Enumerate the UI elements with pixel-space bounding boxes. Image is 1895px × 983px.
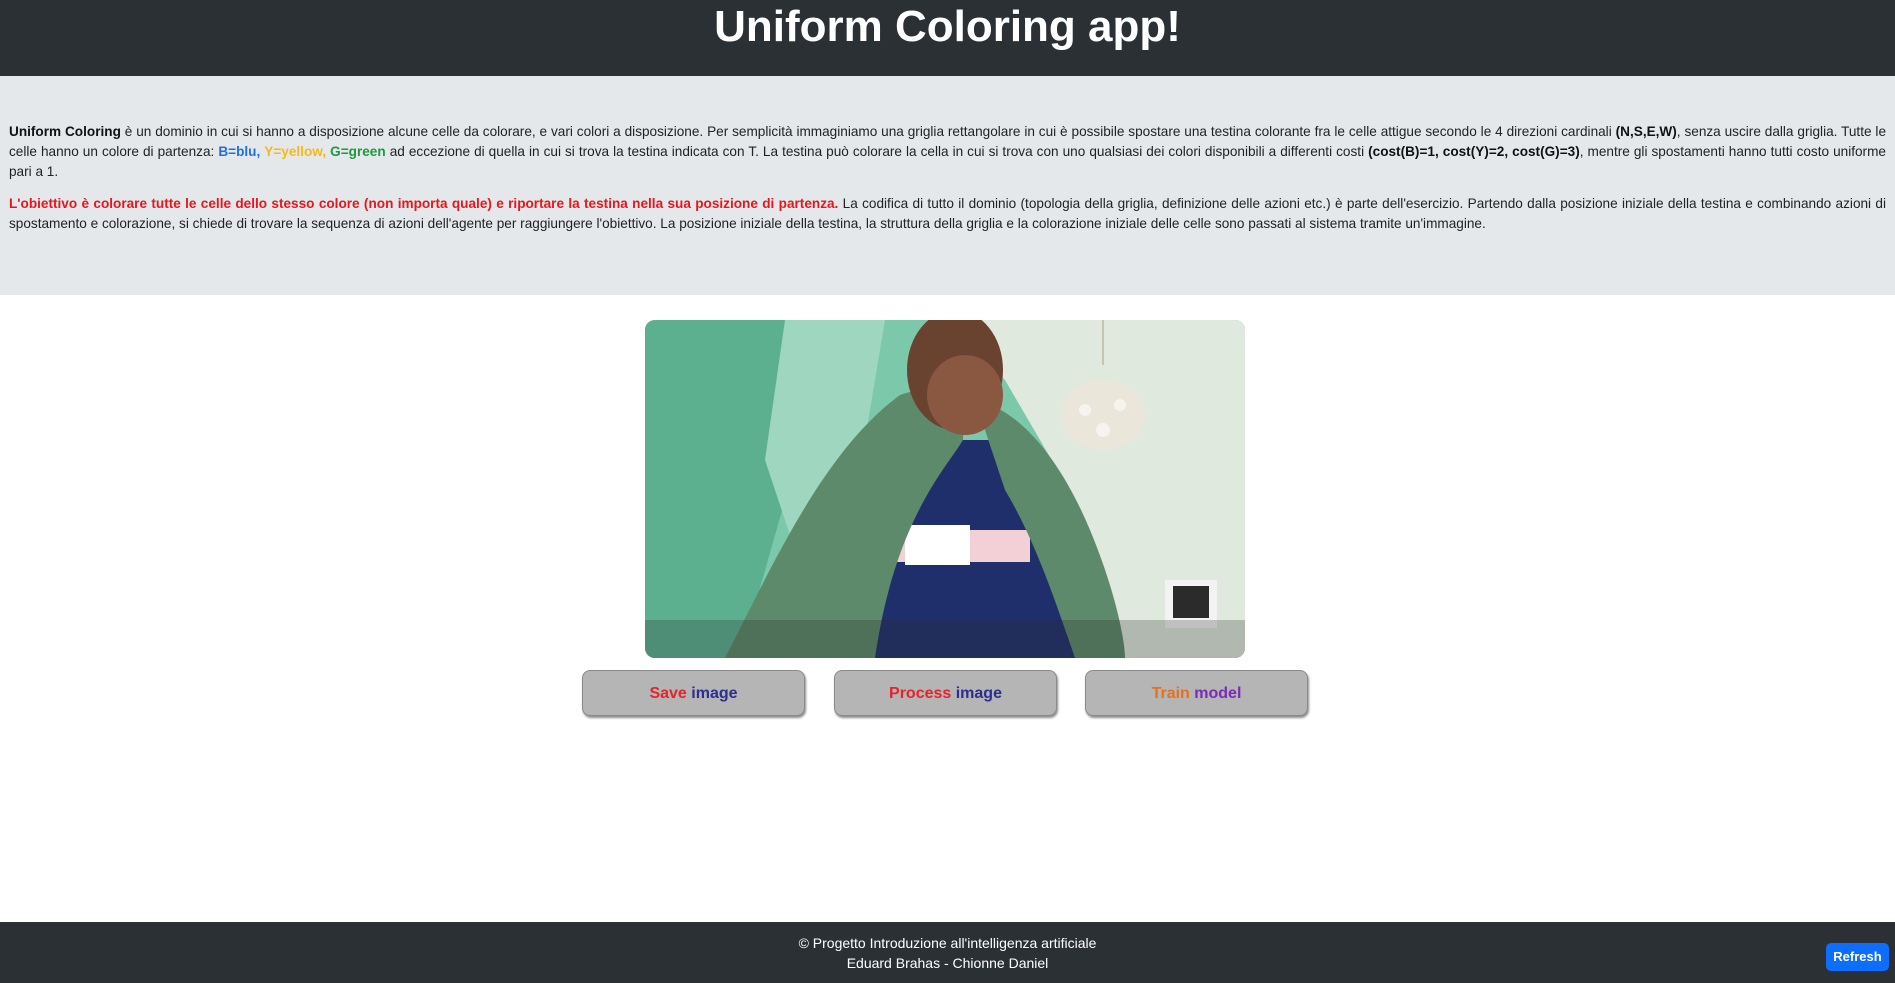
domain-name: Uniform Coloring [9,124,121,139]
costs: (cost(B)=1, cost(Y)=2, cost(G)=3) [1368,144,1580,159]
color-blue-label: B=blu, [218,144,261,159]
webcam-image [645,320,1245,658]
goal-statement: L'obiettivo è colorare tutte le celle de… [9,196,839,211]
image-label: image [691,685,738,702]
webcam-photo [645,320,1245,658]
page-title: Uniform Coloring app! [714,2,1181,51]
refresh-button[interactable]: Refresh [1826,943,1889,971]
header: Uniform Coloring app! [0,0,1895,76]
description-paragraph-1: Uniform Coloring è un dominio in cui si … [9,122,1886,182]
directions: (N,S,E,W) [1615,124,1677,139]
model-label: model [1194,685,1242,702]
image-label: image [955,685,1002,702]
footer-copyright: © Progetto Introduzione all'intelligenza… [798,935,1097,951]
description-paragraph-2: L'obiettivo è colorare tutte le celle de… [9,194,1886,234]
train-label: Train [1151,685,1190,702]
description-text: ad eccezione di quella in cui si trova l… [385,144,1369,159]
description-text: è un dominio in cui si hanno a disposizi… [120,124,1616,139]
color-yellow-label: Y=yellow, [264,144,327,159]
save-label: Save [649,685,687,702]
footer-authors: Eduard Brahas - Chionne Daniel [846,955,1049,971]
save-image-button[interactable]: Save image [582,670,805,716]
train-model-button[interactable]: Train model [1085,670,1308,716]
color-green-label: G=green [330,144,386,159]
process-label: Process [889,685,952,702]
process-image-button[interactable]: Process image [834,670,1057,716]
description-panel: Uniform Coloring è un dominio in cui si … [0,76,1895,295]
footer: © Progetto Introduzione all'intelligenza… [0,922,1895,983]
